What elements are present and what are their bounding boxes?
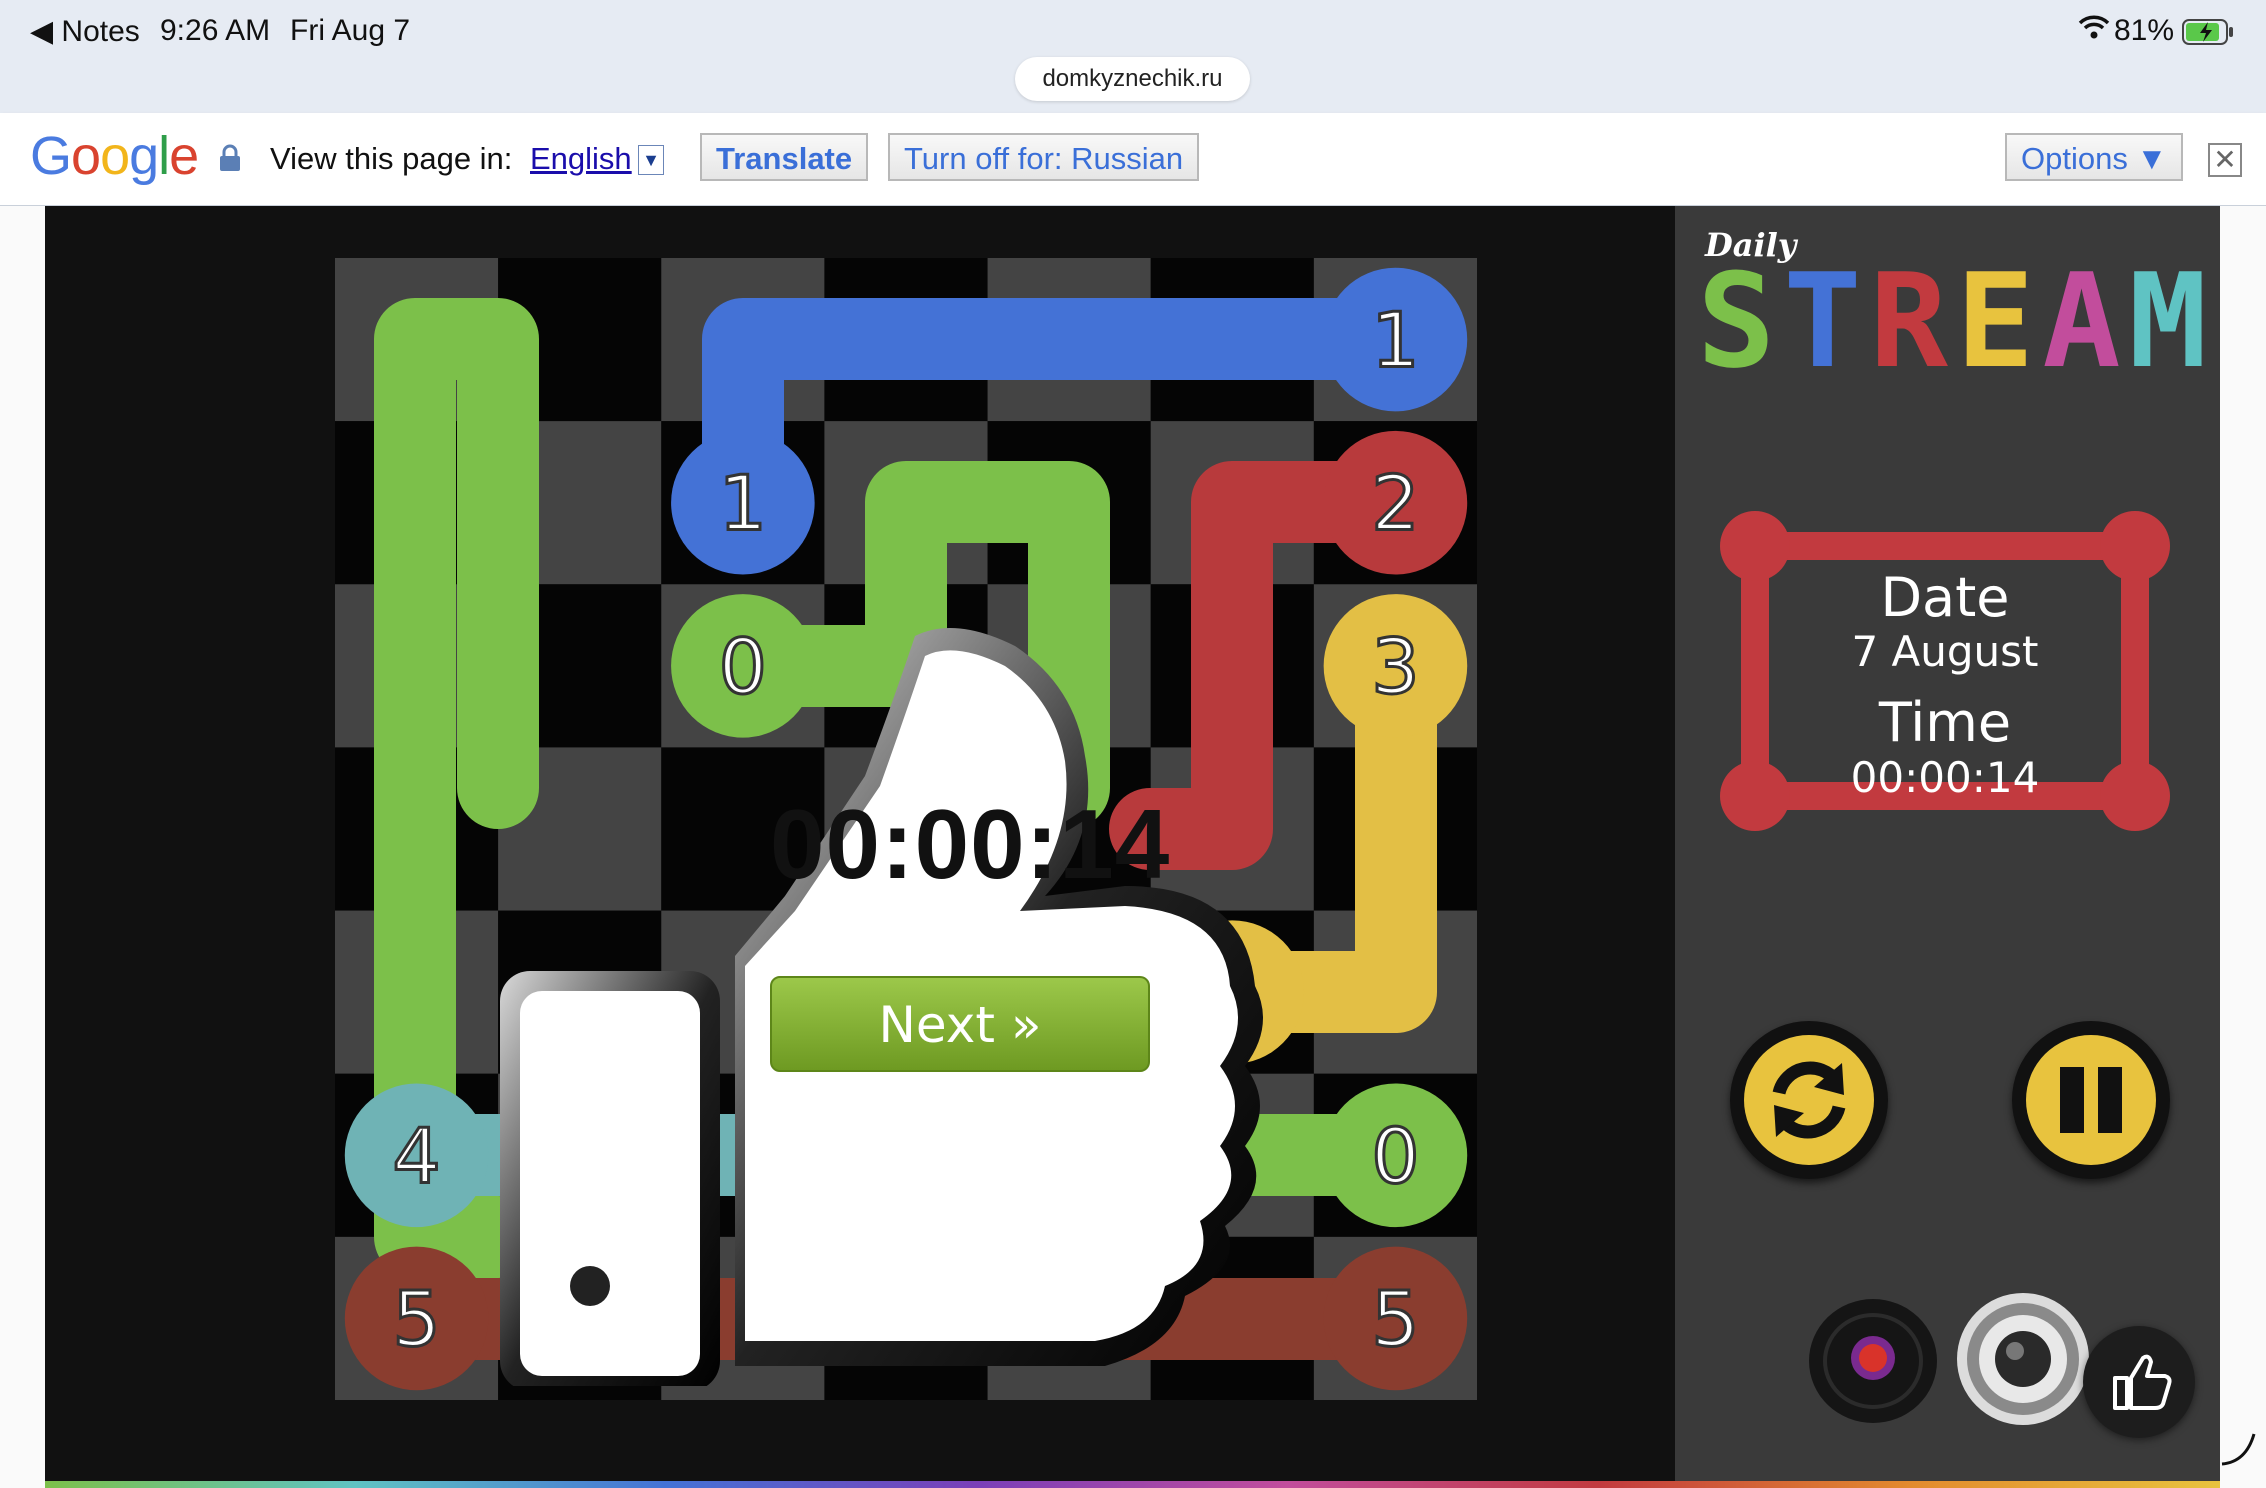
logo-letter: M: [2128, 245, 2207, 397]
battery-percent: 81%: [2114, 14, 2175, 47]
logo-letter: A: [2042, 245, 2121, 397]
page: 11233004455 00:00:14 Next » Daily: [0, 206, 2266, 1488]
endpoint-label: 3: [1371, 622, 1419, 711]
music-toggle[interactable]: [1805, 1296, 1940, 1426]
pause-icon: [2026, 1035, 2156, 1165]
logo-letter: E: [1956, 245, 2035, 397]
game-area: 11233004455 00:00:14 Next » Daily: [45, 206, 2220, 1488]
logo-letter: S: [1697, 245, 1776, 397]
endpoint-label: 5: [1371, 1274, 1419, 1363]
language-link[interactable]: English: [530, 141, 632, 177]
next-button[interactable]: Next »: [770, 976, 1150, 1072]
turn-off-button[interactable]: Turn off for: Russian: [888, 133, 1200, 181]
back-to-app[interactable]: ◀ Notes: [30, 14, 140, 49]
date-label: Date: [1880, 566, 2010, 629]
endpoint-label: 0: [1371, 1111, 1419, 1200]
stream-logo: STREAM: [1697, 256, 2207, 386]
translate-prompt: View this page in:: [270, 141, 513, 176]
completion-time: 00:00:14: [770, 789, 1171, 899]
time-value: 00:00:14: [1850, 753, 2040, 802]
url-bar[interactable]: domkyznechik.ru: [1015, 57, 1250, 101]
back-app-label: Notes: [61, 15, 140, 48]
wifi-icon: [2078, 14, 2110, 48]
clock: 9:26 AM: [160, 14, 271, 47]
endpoint-label: 5: [392, 1274, 440, 1363]
corner-curl-icon: [2220, 1428, 2260, 1473]
endpoint-label: 4: [392, 1111, 440, 1200]
side-panel: Daily STREAM Date 7 August Time 00:00:14: [1675, 206, 2220, 1488]
thumbs-up-icon: [2113, 1354, 2172, 1410]
close-icon[interactable]: ✕: [2208, 143, 2242, 177]
logo-letter: R: [1869, 245, 1948, 397]
restart-button[interactable]: [1730, 1021, 1888, 1179]
speaker-icon: [1957, 1293, 2089, 1425]
translate-button[interactable]: Translate: [700, 133, 869, 181]
google-logo: Google: [30, 126, 199, 186]
restart-icon: [1744, 1035, 1874, 1165]
status-bar: ◀ Notes 9:26 AM Fri Aug 7 81% domkyznech…: [0, 0, 2266, 113]
pause-button[interactable]: [2012, 1021, 2170, 1179]
rainbow-strip: [45, 1481, 2220, 1488]
logo-letter: T: [1783, 245, 1862, 397]
time-label: Time: [1878, 691, 2012, 754]
endpoint-label: 2: [1371, 459, 1419, 548]
battery-icon: [2182, 18, 2234, 54]
date-value: 7 August: [1851, 627, 2039, 676]
status-date: Fri Aug 7: [290, 14, 411, 47]
endpoint-label: 1: [1371, 296, 1419, 385]
language-dropdown-icon[interactable]: ▼: [638, 145, 664, 175]
record-icon: [1809, 1299, 1937, 1423]
endpoint-label: 1: [719, 459, 767, 548]
like-button[interactable]: [2083, 1326, 2195, 1438]
stats-frame: Date 7 August Time 00:00:14: [1720, 511, 2170, 831]
lock-icon: [218, 143, 242, 178]
translate-bar: Google View this page in: English ▼ Tran…: [0, 113, 2266, 206]
sound-toggle[interactable]: [1953, 1289, 2093, 1429]
options-button[interactable]: Options ▼: [2005, 133, 2184, 181]
